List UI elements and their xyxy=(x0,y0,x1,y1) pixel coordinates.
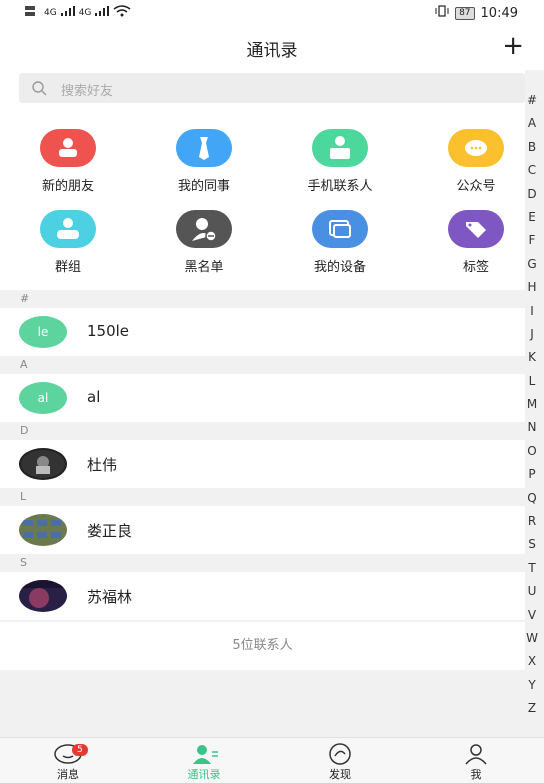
colleagues-icon xyxy=(176,129,232,167)
profile-icon xyxy=(426,742,526,766)
devices-icon xyxy=(312,210,368,248)
page-title: 通讯录 xyxy=(246,41,298,61)
battery-indicator: 87 xyxy=(455,6,475,20)
section-header: # xyxy=(0,290,525,308)
index-letter[interactable]: G xyxy=(520,257,544,280)
contacts-icon xyxy=(154,742,254,766)
signal-bars-icon xyxy=(95,6,110,19)
contact-name: 150le xyxy=(87,322,130,340)
signal-indicators: 4G 4G xyxy=(24,5,131,20)
clock: 10:49 xyxy=(480,5,518,21)
index-letter[interactable]: S xyxy=(520,537,544,560)
tag-button[interactable]: 标签 xyxy=(421,210,531,275)
contact-name: al xyxy=(87,388,101,406)
section-header: S xyxy=(0,554,525,572)
sim-card-icon xyxy=(24,5,40,20)
index-letter[interactable]: K xyxy=(520,350,544,373)
status-right: 87 10:49 xyxy=(435,5,518,21)
index-letter[interactable]: O xyxy=(520,444,544,467)
app-header: 通讯录 + xyxy=(0,26,544,70)
index-letter[interactable]: H xyxy=(520,280,544,303)
index-letter[interactable]: I xyxy=(520,304,544,327)
avatar: al xyxy=(19,382,67,414)
search-placeholder: 搜索好友 xyxy=(61,84,114,99)
contact-row[interactable]: 苏福林 xyxy=(0,572,525,620)
contact-name: 娄正良 xyxy=(87,522,133,540)
contact-name: 杜伟 xyxy=(87,456,118,474)
index-letter[interactable]: A xyxy=(520,116,544,139)
official-account-button[interactable]: 公众号 xyxy=(421,129,531,194)
contact-name: 苏福林 xyxy=(87,588,133,606)
avatar xyxy=(19,580,67,612)
contact-count: 5位联系人 xyxy=(0,622,525,670)
chat-icon: 5 xyxy=(18,742,118,766)
add-button[interactable]: + xyxy=(502,32,524,60)
index-letter[interactable]: L xyxy=(520,374,544,397)
index-letter[interactable]: X xyxy=(520,654,544,677)
signal-1-label: 4G xyxy=(44,7,57,18)
tab-bar: 5 消息 通讯录 发现 我 xyxy=(0,737,544,783)
group-icon xyxy=(40,210,96,248)
section-header: D xyxy=(0,422,525,440)
contact-row[interactable]: 娄正良 xyxy=(0,506,525,554)
blacklist-icon xyxy=(176,210,232,248)
index-letter[interactable]: N xyxy=(520,420,544,443)
index-letter[interactable]: V xyxy=(520,608,544,631)
index-letter[interactable]: J xyxy=(520,327,544,350)
contact-row[interactable]: 杜伟 xyxy=(0,440,525,488)
search-icon xyxy=(31,80,47,100)
official-account-icon xyxy=(448,129,504,167)
index-letter[interactable]: # xyxy=(520,93,544,116)
contact-row[interactable]: le 150le xyxy=(0,308,525,356)
blacklist-button[interactable]: 黑名单 xyxy=(149,210,259,275)
status-bar: 4G 4G 87 10:49 xyxy=(0,0,544,26)
signal-2-label: 4G xyxy=(78,7,92,18)
index-letter[interactable]: F xyxy=(520,233,544,256)
section-header: L xyxy=(0,488,525,506)
tab-me[interactable]: 我 xyxy=(426,738,526,783)
tab-discover[interactable]: 发现 xyxy=(290,738,390,783)
index-letter[interactable]: U xyxy=(520,584,544,607)
tag-icon xyxy=(448,210,504,248)
tab-contacts[interactable]: 通讯录 xyxy=(154,738,254,783)
new-friends-icon xyxy=(40,129,96,167)
index-letter[interactable]: D xyxy=(520,187,544,210)
devices-button[interactable]: 我的设备 xyxy=(285,210,395,275)
index-letter[interactable]: C xyxy=(520,163,544,186)
index-letter[interactable]: R xyxy=(520,514,544,537)
vibrate-icon xyxy=(435,5,449,21)
index-letter[interactable]: E xyxy=(520,210,544,233)
avatar xyxy=(19,448,67,480)
wifi-icon xyxy=(113,5,131,20)
section-header: A xyxy=(0,356,525,374)
index-letter[interactable]: M xyxy=(520,397,544,420)
phone-contacts-icon xyxy=(312,129,368,167)
phone-contacts-button[interactable]: 手机联系人 xyxy=(285,129,395,194)
index-letter[interactable]: Z xyxy=(520,701,544,724)
avatar xyxy=(19,514,67,546)
index-letter[interactable]: Q xyxy=(520,491,544,514)
search-input[interactable]: 搜索好友 xyxy=(19,73,525,103)
index-letter[interactable]: W xyxy=(520,631,544,654)
tab-messages[interactable]: 5 消息 xyxy=(18,738,118,783)
group-button[interactable]: 群组 xyxy=(13,210,123,275)
alphabet-index[interactable]: # A B C D E F G H I J K L M N O P Q R S T U V W X Y Z xyxy=(520,93,544,725)
new-friends-button[interactable]: 新的朋友 xyxy=(13,129,123,194)
index-letter[interactable]: P xyxy=(520,467,544,490)
signal-bars-icon xyxy=(60,6,75,19)
discover-icon xyxy=(290,742,390,766)
index-letter[interactable]: B xyxy=(520,140,544,163)
avatar: le xyxy=(19,316,67,348)
contact-row[interactable]: al al xyxy=(0,374,525,422)
unread-badge: 5 xyxy=(72,744,88,756)
index-letter[interactable]: Y xyxy=(520,678,544,701)
index-letter[interactable]: T xyxy=(520,561,544,584)
colleagues-button[interactable]: 我的同事 xyxy=(149,129,259,194)
